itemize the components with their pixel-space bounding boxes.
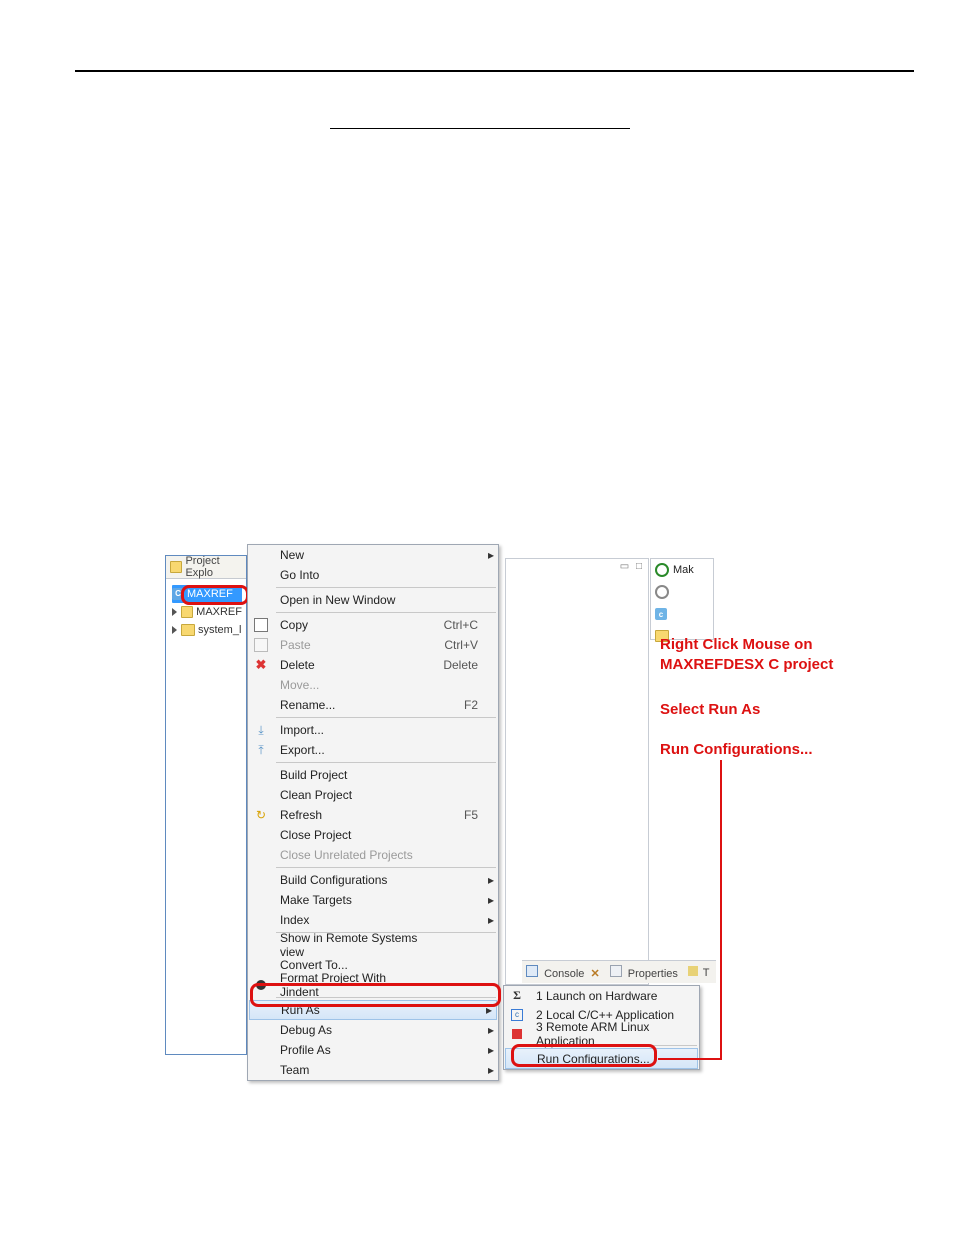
annotation-connector-horizontal (658, 1058, 722, 1060)
project-explorer-tab[interactable]: Project Explo (166, 556, 246, 579)
menu-separator (276, 867, 496, 868)
menu-import[interactable]: ⤓ Import... (248, 720, 498, 740)
menu-build-configurations[interactable]: Build Configurations▸ (248, 870, 498, 890)
menu-copy[interactable]: CopyCtrl+C (248, 615, 498, 635)
menu-separator (276, 762, 496, 763)
properties-icon (610, 965, 622, 977)
console-tab[interactable]: Console ✕ (526, 965, 600, 980)
screenshot-region: Project Explo C MAXREF MAXREF system_l (165, 540, 885, 1060)
make-panel-item[interactable]: c (651, 603, 713, 625)
annotation-text-1: Right Click Mouse on MAXREFDESX C projec… (660, 635, 833, 675)
tree-item-label: MAXREF (196, 603, 242, 621)
import-icon: ⤓ (258, 723, 263, 738)
c-app-icon: c (511, 1009, 523, 1021)
tree-item-maxref[interactable]: MAXREF (172, 603, 242, 621)
console-icon (526, 965, 538, 977)
menu-rename[interactable]: Rename...F2 (248, 695, 498, 715)
menu-debug-as[interactable]: Debug As▸ (248, 1020, 498, 1040)
menu-separator (276, 717, 496, 718)
properties-tab[interactable]: Properties (610, 965, 678, 980)
make-panel-label: Mak (673, 564, 694, 576)
expand-triangle-icon (172, 626, 177, 634)
menu-export[interactable]: ⤒ Export... (248, 740, 498, 760)
menu-separator (276, 612, 496, 613)
folder-icon (170, 561, 182, 573)
copy-icon (254, 618, 268, 632)
folder-icon (181, 606, 193, 618)
folder-icon (181, 624, 195, 636)
context-menu: New▸ Go Into Open in New Window CopyCtrl… (247, 544, 499, 1081)
paste-icon (254, 638, 268, 652)
menu-close-project[interactable]: Close Project (248, 825, 498, 845)
panel-min-max-icons[interactable]: ▭ □ (620, 561, 644, 572)
c-project-icon: C (172, 588, 184, 600)
tree-item-system[interactable]: system_l (172, 621, 242, 639)
tree-item-maxref-selected[interactable]: C MAXREF (172, 585, 242, 603)
menu-move: Move... (248, 675, 498, 695)
menu-team[interactable]: Team▸ (248, 1060, 498, 1080)
menu-new[interactable]: New▸ (248, 545, 498, 565)
bottom-tab-bar: Console ✕ Properties T (522, 960, 716, 983)
annotation-text-2: Select Run As (660, 700, 760, 720)
menu-open-new-window[interactable]: Open in New Window (248, 590, 498, 610)
delete-icon: ✖ (256, 657, 267, 673)
project-explorer-panel: Project Explo C MAXREF MAXREF system_l (165, 555, 247, 1055)
extra-tab[interactable]: T (688, 966, 710, 979)
jindent-icon (256, 980, 266, 990)
project-explorer-title: Project Explo (185, 555, 242, 579)
project-tree: C MAXREF MAXREF system_l (166, 579, 246, 643)
top-horizontal-rule (75, 70, 914, 72)
close-icon[interactable]: ✕ (590, 968, 599, 980)
c-icon: c (655, 608, 667, 620)
menu-paste: PasteCtrl+V (248, 635, 498, 655)
annotation-text-3: Run Configurations... (660, 740, 812, 760)
make-panel: Mak c (650, 558, 714, 640)
menu-close-unrelated: Close Unrelated Projects (248, 845, 498, 865)
menu-run-as[interactable]: Run As▸ (249, 1000, 497, 1020)
menu-clean-project[interactable]: Clean Project (248, 785, 498, 805)
submenu-launch-hardware[interactable]: Σ 1 Launch on Hardware (504, 986, 699, 1005)
make-panel-option[interactable] (651, 581, 713, 603)
underline-rule (330, 128, 630, 129)
menu-refresh[interactable]: ↻ RefreshF5 (248, 805, 498, 825)
expand-triangle-icon (172, 608, 177, 616)
menu-format-jindent[interactable]: Format Project With Jindent (248, 975, 498, 995)
tree-item-label: MAXREF (187, 585, 233, 603)
make-panel-header[interactable]: Mak (651, 559, 713, 581)
tree-item-label: system_l (198, 621, 241, 639)
annotation-connector-vertical (720, 760, 722, 1058)
submenu-remote-arm-linux[interactable]: 3 Remote ARM Linux Application (504, 1024, 699, 1043)
menu-show-in-remote[interactable]: Show in Remote Systems view (248, 935, 498, 955)
target-icon (655, 563, 669, 577)
menu-separator (276, 587, 496, 588)
sigma-icon: Σ (513, 988, 521, 1003)
menu-delete[interactable]: ✖ DeleteDelete (248, 655, 498, 675)
refresh-icon: ↻ (256, 808, 266, 822)
remote-app-icon (512, 1029, 522, 1039)
menu-go-into[interactable]: Go Into (248, 565, 498, 585)
export-icon: ⤒ (258, 743, 263, 758)
menu-profile-as[interactable]: Profile As▸ (248, 1040, 498, 1060)
menu-make-targets[interactable]: Make Targets▸ (248, 890, 498, 910)
menu-index[interactable]: Index▸ (248, 910, 498, 930)
editor-blank-panel: ▭ □ (505, 558, 649, 985)
radio-icon (655, 585, 669, 599)
menu-build-project[interactable]: Build Project (248, 765, 498, 785)
tasks-icon (688, 966, 698, 976)
